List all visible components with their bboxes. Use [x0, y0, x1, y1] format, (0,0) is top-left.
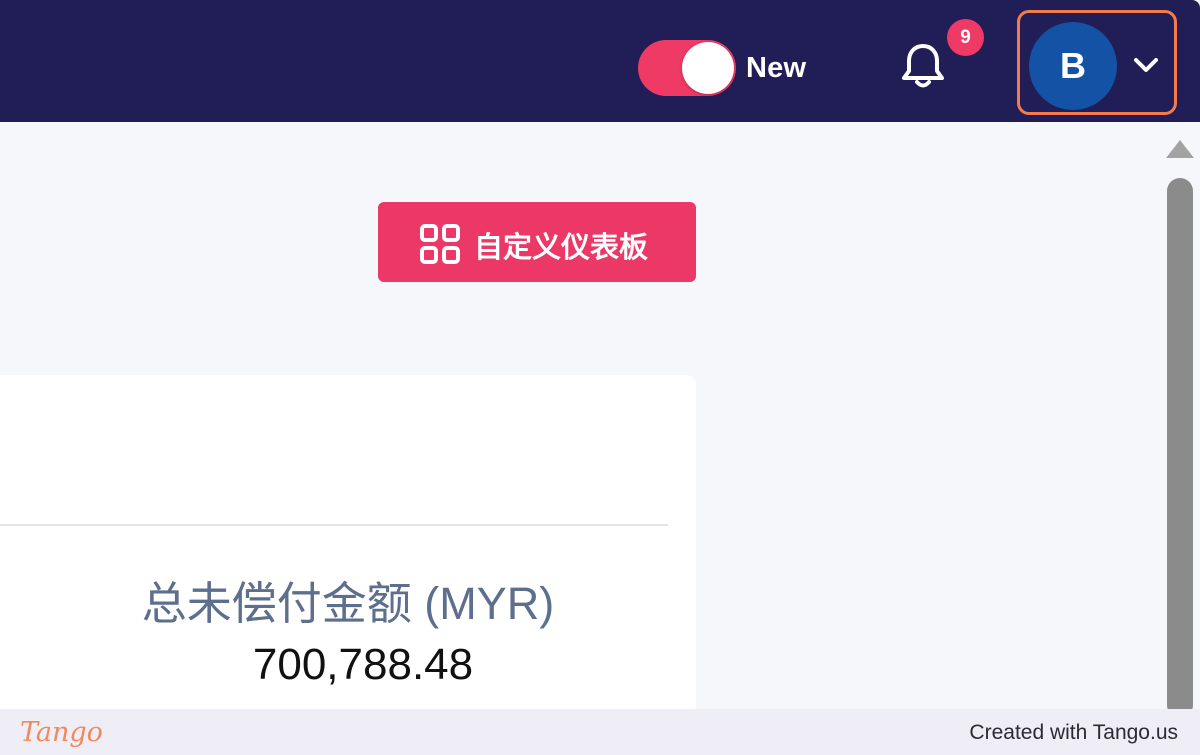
scroll-up-arrow-icon[interactable]	[1164, 138, 1196, 162]
tango-logo: Tango	[20, 717, 103, 748]
outstanding-amount-card: 总未偿付金额 (MYR) 700,788.48	[0, 375, 696, 735]
toggle-label: New	[746, 52, 807, 84]
card-divider	[0, 524, 668, 526]
created-with-text: Created with Tango.us	[969, 721, 1178, 744]
tango-footer: Tango Created with Tango.us	[0, 709, 1200, 755]
customize-dashboard-button[interactable]: 自定义仪表板	[378, 202, 696, 282]
toggle-knob[interactable]	[682, 42, 734, 94]
app-window: New 9 B 自定义仪表板 总未偿付金额 (MYR) 700,788.48 T…	[0, 0, 1200, 755]
total-outstanding-value: 700,788.48	[252, 640, 474, 689]
notification-count-badge[interactable]: 9	[947, 19, 984, 56]
bell-icon[interactable]	[896, 38, 950, 92]
customize-dashboard-label: 自定义仪表板	[474, 232, 649, 264]
total-outstanding-label: 总未偿付金额 (MYR)	[141, 578, 555, 629]
grid-icon	[419, 223, 461, 265]
user-menu-button[interactable]: B	[1017, 10, 1177, 115]
vertical-scrollbar-thumb[interactable]	[1167, 178, 1193, 718]
top-navbar: New 9 B	[0, 0, 1200, 122]
chevron-down-icon[interactable]	[1132, 53, 1160, 77]
new-ui-toggle[interactable]	[638, 40, 736, 96]
avatar[interactable]: B	[1029, 22, 1117, 110]
